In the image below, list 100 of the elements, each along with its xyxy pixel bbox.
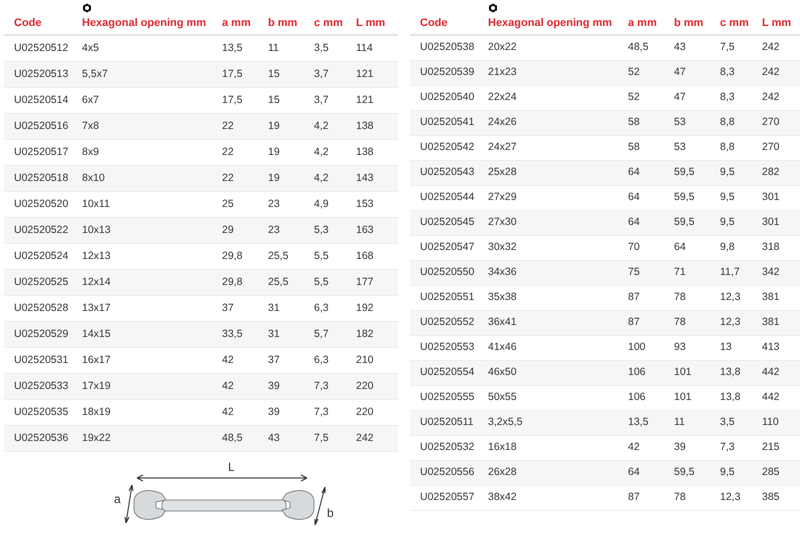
table-cell-text: 10x13 (82, 222, 111, 238)
table-cell-text: 5,5 (314, 274, 329, 290)
table-cell-text: 153 (356, 196, 374, 212)
table-cell-text: 11 (268, 40, 279, 56)
table-cell-text: 285 (762, 465, 780, 480)
table-cell-text: 31 (268, 326, 280, 342)
table-cell-text: 35x38 (488, 290, 517, 306)
table-cell-text: 270 (762, 140, 780, 156)
table-cell-text: 442 (762, 390, 780, 406)
table-cell-text: 75 (628, 265, 640, 280)
table-cell-text: 9,5 (720, 165, 735, 180)
b-label: b (327, 505, 334, 522)
table-cell-text: 18x19 (82, 404, 111, 420)
table-cell-text: U02520550 (420, 265, 474, 280)
table-cell-text: 17x19 (82, 378, 111, 394)
table-cell-text: 4x5 (82, 40, 99, 56)
table-cell-text: 177 (356, 274, 374, 290)
table-cell-text: 3,5 (720, 415, 735, 430)
table-cell-text: 64 (628, 165, 640, 180)
table-cell-text: 53 (674, 115, 686, 130)
table-cell-text: 114 (356, 40, 373, 56)
table-cell-text: 6x7 (82, 92, 99, 108)
table-cell-text: U02520525 (14, 274, 68, 290)
table-cell-text: U02520517 (14, 144, 68, 160)
table-cell-text: 210 (356, 352, 374, 368)
table-cell-text: 121 (356, 66, 374, 82)
table-cell-text: 39 (268, 404, 280, 420)
table-cell-text: U02520528 (14, 300, 68, 316)
table-cell-text: 29,8 (222, 248, 242, 264)
table-cell-text: 25,5 (268, 274, 288, 290)
table-cell-text: 50x55 (488, 390, 517, 406)
hex-nut-icon (488, 2, 498, 12)
table-cell-text: 138 (356, 144, 374, 160)
table-cell-text: 59,5 (674, 165, 694, 180)
table-cell-text: 58 (628, 115, 640, 130)
table-cell-text: 87 (628, 490, 640, 506)
table-cell-text: 8,8 (720, 115, 735, 130)
table-cell-text: U02520552 (420, 315, 474, 330)
table-cell-text: 5,5 (314, 248, 329, 264)
table-cell-text: 20x22 (488, 40, 517, 56)
table-cell-text: 19 (268, 170, 280, 186)
table-cell-text: 8x10 (82, 170, 105, 186)
table-cell-text: 87 (628, 315, 640, 330)
table-cell-text: 48,5 (222, 430, 242, 446)
table-cell-text: 220 (356, 404, 374, 420)
table-cell-text: U02520555 (420, 390, 474, 406)
table-cell-text: 37 (222, 300, 234, 316)
table-cell-text: 381 (762, 290, 780, 306)
table-cell-text: 36x41 (488, 315, 517, 330)
table-cell-text: 4,2 (314, 170, 329, 186)
table-cell-text: 301 (762, 190, 780, 206)
table-cell-text: 15 (268, 92, 280, 108)
table-cell-text: 10x11 (82, 196, 110, 212)
table-cell-text: 17,5 (222, 66, 242, 82)
table-cell-text: 47 (674, 65, 686, 80)
table-cell-text: 25x28 (488, 165, 517, 180)
table-cell-text: 318 (762, 240, 780, 256)
table-cell-text: 106 (628, 390, 646, 406)
table-cell-text: U02520538 (420, 40, 474, 56)
table-cell-text: 7,3 (720, 440, 735, 456)
table-cell-text: U02520551 (420, 290, 474, 306)
table-cell-text: 242 (762, 40, 780, 56)
table-cell-text: 48,5 (628, 40, 648, 56)
table-cell-text: 27x29 (488, 190, 517, 206)
table-cell-text: 7x8 (82, 118, 99, 134)
table-cell-text: 19x22 (82, 430, 111, 446)
table-cell-text: 23 (268, 196, 280, 212)
table-cell-text: 17,5 (222, 92, 242, 108)
table-cell-text: U02520533 (14, 378, 68, 394)
table-cell-text: 6,3 (314, 300, 329, 316)
table-cell-text: 25,5 (268, 248, 288, 264)
table-cell-text: 78 (674, 315, 686, 330)
column-header: Hexagonal opening mm (82, 16, 208, 30)
table-cell-text: 52 (628, 90, 640, 106)
table-cell-text: U02520512 (14, 40, 68, 56)
table-cell-text: 42 (222, 378, 234, 394)
table-cell-text: 39 (674, 440, 686, 456)
table-cell-text: 270 (762, 115, 780, 130)
table-cell-text: U02520547 (420, 240, 474, 256)
table-cell-text: 87 (628, 290, 640, 306)
table-cell-text: U02520553 (420, 340, 474, 356)
table-cell-text: 12x13 (82, 248, 111, 264)
table-cell-text: 13,8 (720, 390, 740, 406)
table-cell-text: 301 (762, 215, 780, 230)
table-cell-text: 15 (268, 66, 280, 82)
table-cell-text: 13x17 (82, 300, 111, 316)
table-cell-text: 19 (268, 144, 280, 160)
table-cell-text: 168 (356, 248, 374, 264)
table-cell-text: 39 (268, 378, 280, 394)
table-cell-text: 242 (356, 430, 374, 446)
table-cell-text: 47 (674, 90, 686, 106)
table-cell-text: U02520531 (14, 352, 68, 368)
table-cell-text: U02520524 (14, 248, 68, 264)
table-cell-text: 12,3 (720, 290, 740, 306)
table-cell-text: U02520535 (14, 404, 68, 420)
table-cell-text: 22 (222, 170, 234, 186)
table-cell-text: 215 (762, 440, 780, 456)
table-cell-text: 34x36 (488, 265, 517, 280)
table-cell-text: 58 (628, 140, 640, 156)
table-cell-text: U02520540 (420, 90, 474, 106)
